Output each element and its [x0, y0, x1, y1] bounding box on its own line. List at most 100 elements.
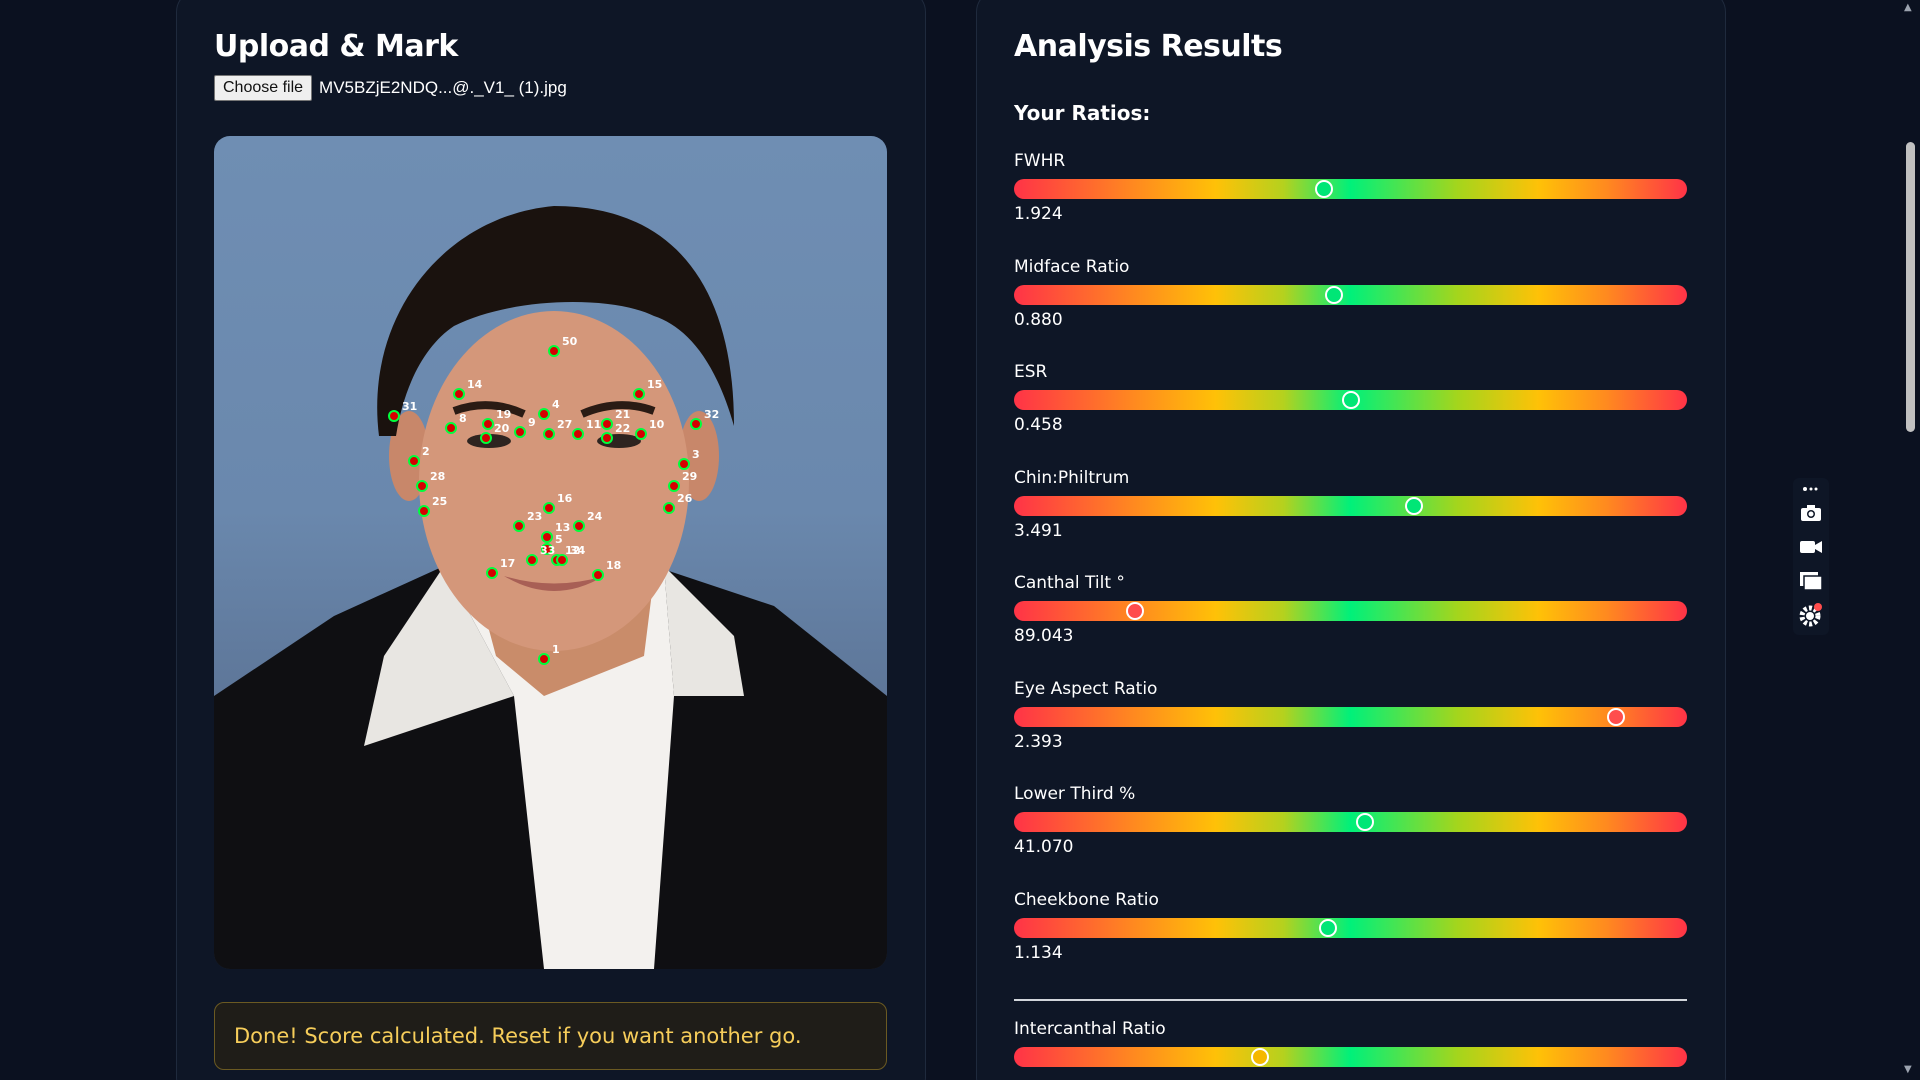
camera-icon[interactable] — [1798, 500, 1824, 526]
ratio-gauge — [1014, 812, 1687, 832]
landmark-point[interactable] — [453, 388, 465, 400]
ratio-value: 0.458 — [1014, 415, 1063, 435]
ratio-value: 89.043 — [1014, 626, 1074, 646]
landmark-label: 26 — [677, 492, 693, 505]
landmark-label: 25 — [432, 495, 447, 508]
file-input[interactable]: Choose file MV5BZjE2NDQ...@._V1_ (1).jpg — [214, 75, 567, 101]
landmark-label: 28 — [430, 470, 445, 483]
ratio-gauge — [1014, 390, 1687, 410]
landmark-label: 19 — [496, 408, 511, 421]
landmark-label: 4 — [552, 398, 560, 411]
ratio-row: Midface Ratio 0.880 — [1014, 257, 1687, 330]
landmark-label: 15 — [647, 378, 662, 391]
landmark-point[interactable] — [388, 410, 400, 422]
selected-file-name: MV5BZjE2NDQ...@._V1_ (1).jpg — [319, 78, 567, 97]
landmark-label: 17 — [500, 557, 515, 570]
landmark-point[interactable] — [486, 567, 498, 579]
landmark-point[interactable] — [538, 653, 550, 665]
landmark-point[interactable] — [543, 428, 555, 440]
landmark-point[interactable] — [573, 520, 585, 532]
landmark-label: 3 — [692, 448, 700, 461]
ratio-marker — [1126, 602, 1145, 620]
landmark-point[interactable] — [513, 520, 525, 532]
landmark-point[interactable] — [601, 418, 613, 430]
landmark-label: 8 — [459, 412, 467, 425]
ratio-value: 3.491 — [1014, 520, 1063, 541]
landmark-label: 27 — [557, 418, 572, 431]
status-message: Done! Score calculated. Reset if you wan… — [214, 1002, 887, 1070]
results-panel: Analysis Results Your Ratios: FWHR 1.924 M… — [976, 0, 1726, 1080]
landmark-point[interactable] — [601, 432, 613, 444]
popout-icon[interactable] — [1798, 480, 1824, 498]
settings-icon[interactable] — [1798, 602, 1824, 628]
landmark-point[interactable] — [514, 426, 526, 438]
ratio-row: Chin:Philtrum 3.491 — [1014, 468, 1687, 541]
ratio-label: Cheekbone Ratio — [1014, 889, 1159, 910]
ratio-gauge — [1014, 706, 1687, 727]
face-photo[interactable]: 50 14 15 31 32 4 8 19 20 9 27 11 21 22 10 2 3 28 29 25 26 16 2… — [214, 136, 887, 969]
landmark-point[interactable] — [538, 408, 550, 420]
ratio-row: Lower Third % 41.070 — [1014, 784, 1687, 857]
landmark-point[interactable] — [480, 432, 492, 444]
landmark-label: 20 — [494, 422, 510, 435]
scrollbar-thumb[interactable] — [1906, 142, 1915, 432]
landmark-label: 50 — [562, 335, 578, 348]
window-icon[interactable] — [1798, 568, 1824, 594]
ratio-gauge — [1014, 601, 1687, 621]
landmark-label: 24 — [587, 510, 603, 523]
landmark-label: 5 — [555, 533, 563, 546]
scroll-up-icon[interactable]: ▲ — [1904, 2, 1912, 13]
landmark-point[interactable] — [635, 428, 647, 440]
ratio-marker — [1250, 1048, 1269, 1066]
ratio-value: 41.070 — [1014, 837, 1074, 857]
ratio-value: 1.134 — [1014, 942, 1063, 963]
landmark-label: 1 — [552, 643, 560, 656]
landmark-point[interactable] — [482, 418, 494, 430]
video-camera-icon[interactable] — [1798, 534, 1824, 560]
landmark-point[interactable] — [633, 388, 645, 400]
landmark-label: 21 — [615, 408, 630, 421]
landmark-point[interactable] — [526, 554, 538, 566]
landmark-point[interactable] — [445, 422, 457, 434]
landmark-point[interactable] — [416, 480, 428, 492]
ratio-label: ESR — [1014, 362, 1048, 382]
ratio-row: FWHR 1.924 — [1014, 151, 1687, 224]
landmark-point[interactable] — [678, 458, 690, 470]
landmark-label: 22 — [615, 422, 630, 435]
landmark-label: 11 — [586, 418, 601, 431]
ratio-marker — [1341, 391, 1360, 409]
ratio-value: 2.393 — [1014, 731, 1063, 752]
ratio-row: Intercanthal Ratio — [1014, 1019, 1687, 1067]
scroll-down-icon[interactable]: ▼ — [1904, 1064, 1912, 1075]
choose-file-button[interactable]: Choose file — [214, 75, 313, 101]
landmark-point[interactable] — [418, 505, 430, 517]
landmark-point[interactable] — [543, 502, 555, 514]
landmark-point[interactable] — [548, 345, 560, 357]
upload-panel-title: Upload & Mark — [214, 29, 458, 64]
ratio-value: 0.880 — [1014, 309, 1063, 330]
landmark-label: 2 — [422, 445, 430, 458]
landmark-label: 9 — [528, 416, 536, 429]
landmark-label: 16 — [557, 492, 573, 505]
ratio-row: Canthal Tilt ° 89.043 — [1014, 573, 1687, 646]
landmark-point[interactable] — [556, 554, 568, 566]
landmark-point[interactable] — [690, 418, 702, 430]
landmark-point[interactable] — [408, 455, 420, 467]
landmark-point[interactable] — [592, 569, 604, 581]
landmark-label: 29 — [682, 470, 697, 483]
ratio-label: FWHR — [1014, 151, 1066, 171]
ratio-gauge — [1014, 917, 1687, 938]
side-toolbar — [1793, 478, 1829, 635]
ratio-value: 1.924 — [1014, 204, 1063, 224]
section-divider — [1014, 999, 1687, 1001]
ratio-marker — [1324, 285, 1343, 304]
ratio-marker — [1319, 918, 1338, 937]
landmark-point[interactable] — [668, 480, 680, 492]
landmark-point[interactable] — [572, 428, 584, 440]
ratio-label: Intercanthal Ratio — [1014, 1019, 1166, 1039]
landmark-point[interactable] — [663, 502, 675, 514]
ratio-row: Eye Aspect Ratio 2.393 — [1014, 679, 1687, 752]
ratio-label: Midface Ratio — [1014, 256, 1130, 277]
page-scrollbar[interactable]: ▲ ▼ — [1900, 0, 1920, 1080]
landmark-point[interactable] — [541, 531, 553, 543]
